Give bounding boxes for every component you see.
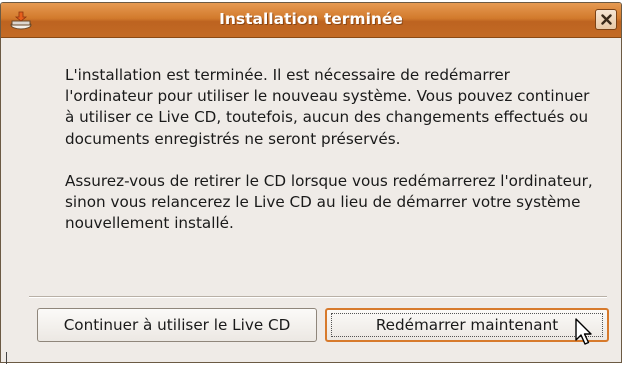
screen-edge-mark bbox=[6, 352, 7, 364]
title-bar[interactable]: Installation terminée bbox=[1, 3, 621, 38]
close-icon bbox=[601, 14, 612, 25]
button-separator bbox=[29, 296, 607, 298]
install-complete-dialog: Installation terminée L'installation est… bbox=[0, 2, 622, 363]
restart-now-button[interactable]: Redémarrer maintenant bbox=[325, 308, 609, 342]
message-paragraph-restart: L'installation est terminée. Il est néce… bbox=[65, 66, 590, 148]
continue-live-cd-button[interactable]: Continuer à utiliser le Live CD bbox=[37, 308, 317, 342]
mouse-pointer-icon bbox=[574, 317, 598, 347]
window-title: Installation terminée bbox=[219, 10, 403, 28]
message-body: L'installation est terminée. Il est néce… bbox=[65, 65, 595, 234]
focus-ring bbox=[331, 313, 603, 337]
close-button[interactable] bbox=[595, 9, 617, 30]
message-paragraph-remove-cd: Assurez-vous de retirer le CD lorsque vo… bbox=[65, 171, 593, 233]
